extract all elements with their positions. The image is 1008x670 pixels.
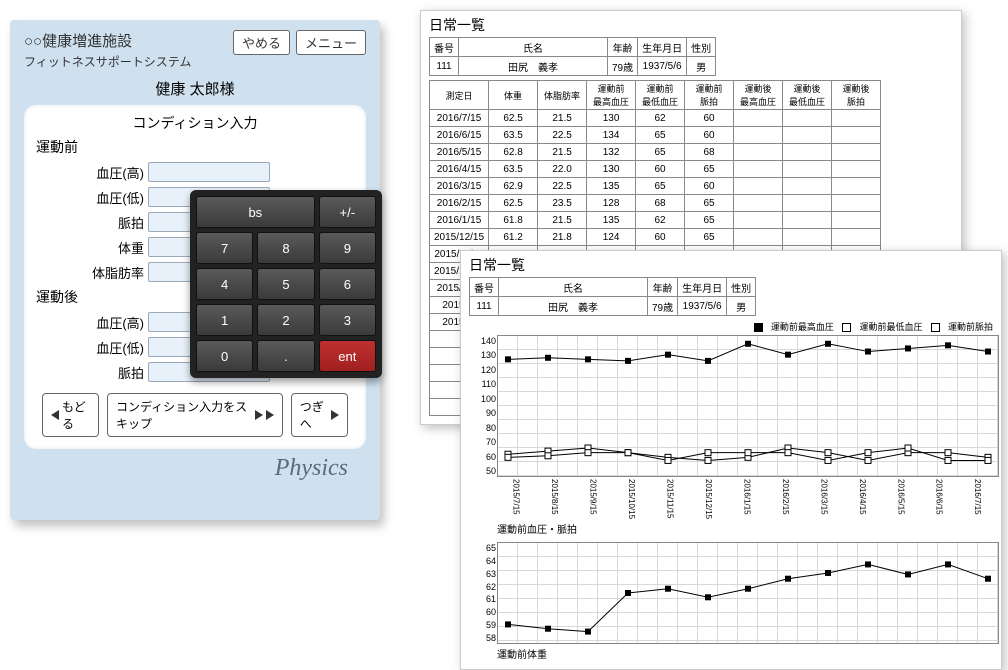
key-1[interactable]: 1 [196, 304, 253, 336]
chart1-title: 運動前血圧・脈拍 [497, 521, 993, 536]
bp-low-label: 血圧(低) [64, 188, 144, 207]
bp-high-input[interactable] [148, 162, 270, 182]
triangle-right-icon [331, 410, 339, 420]
pulse-label-2: 脈拍 [64, 363, 144, 382]
chart-legend: 運動前最高血圧 運動前最低血圧 運動前脈拍 [469, 320, 993, 333]
key-bs[interactable]: bs [196, 196, 315, 228]
numeric-keypad: bs +/- 7 8 9 4 5 6 1 2 3 0 . ent [190, 190, 382, 378]
next-button[interactable]: つぎへ [291, 393, 348, 437]
key-dot[interactable]: . [257, 340, 314, 372]
chart-bp-pulse: 1401301201101009080706050 [497, 335, 999, 477]
key-7[interactable]: 7 [196, 232, 253, 264]
triangle-right-icon [255, 410, 263, 420]
pulse-label: 脈拍 [64, 213, 144, 232]
key-2[interactable]: 2 [257, 304, 314, 336]
triangle-right-icon [266, 410, 274, 420]
facility-name: ○○健康増進施設 [24, 30, 233, 51]
key-6[interactable]: 6 [319, 268, 376, 300]
key-plusminus[interactable]: +/- [319, 196, 376, 228]
skip-button[interactable]: コンディション入力をスキップ [107, 393, 283, 437]
back-button[interactable]: もどる [42, 393, 99, 437]
bp-high-label: 血圧(高) [64, 163, 144, 182]
bp-high-label-2: 血圧(高) [64, 313, 144, 332]
fat-label: 体脂肪率 [64, 263, 144, 282]
chart-weight: 6564636261605958 [497, 542, 999, 644]
report-chart: 日常一覧 番号氏名年齢生年月日性別 111田尻 義孝79歳1937/5/6男 運… [460, 250, 1002, 670]
bp-low-label-2: 血圧(低) [64, 338, 144, 357]
input-panel: ○○健康増進施設 フィットネスサポートシステム やめる メニュー 健康 太郎様 … [10, 20, 380, 520]
report-title-2: 日常一覧 [461, 251, 1001, 275]
triangle-left-icon [51, 410, 59, 420]
stop-button[interactable]: やめる [233, 30, 290, 55]
logo-text: Physics [24, 449, 366, 482]
key-0[interactable]: 0 [196, 340, 253, 372]
user-name: 健康 太郎様 [24, 78, 366, 99]
menu-button[interactable]: メニュー [296, 30, 366, 55]
chart2-title: 運動前体重 [497, 646, 993, 661]
key-8[interactable]: 8 [257, 232, 314, 264]
key-enter[interactable]: ent [319, 340, 376, 372]
key-4[interactable]: 4 [196, 268, 253, 300]
key-3[interactable]: 3 [319, 304, 376, 336]
system-subtitle: フィットネスサポートシステム [24, 53, 233, 70]
card-title: コンディション入力 [36, 113, 354, 133]
key-9[interactable]: 9 [319, 232, 376, 264]
before-label: 運動前 [36, 137, 354, 157]
header-table: 番号氏名年齢生年月日性別 111田尻 義孝79歳1937/5/6男 [429, 37, 716, 76]
weight-label: 体重 [64, 238, 144, 257]
header-table-2: 番号氏名年齢生年月日性別 111田尻 義孝79歳1937/5/6男 [469, 277, 756, 316]
key-5[interactable]: 5 [257, 268, 314, 300]
report-title: 日常一覧 [421, 11, 961, 35]
